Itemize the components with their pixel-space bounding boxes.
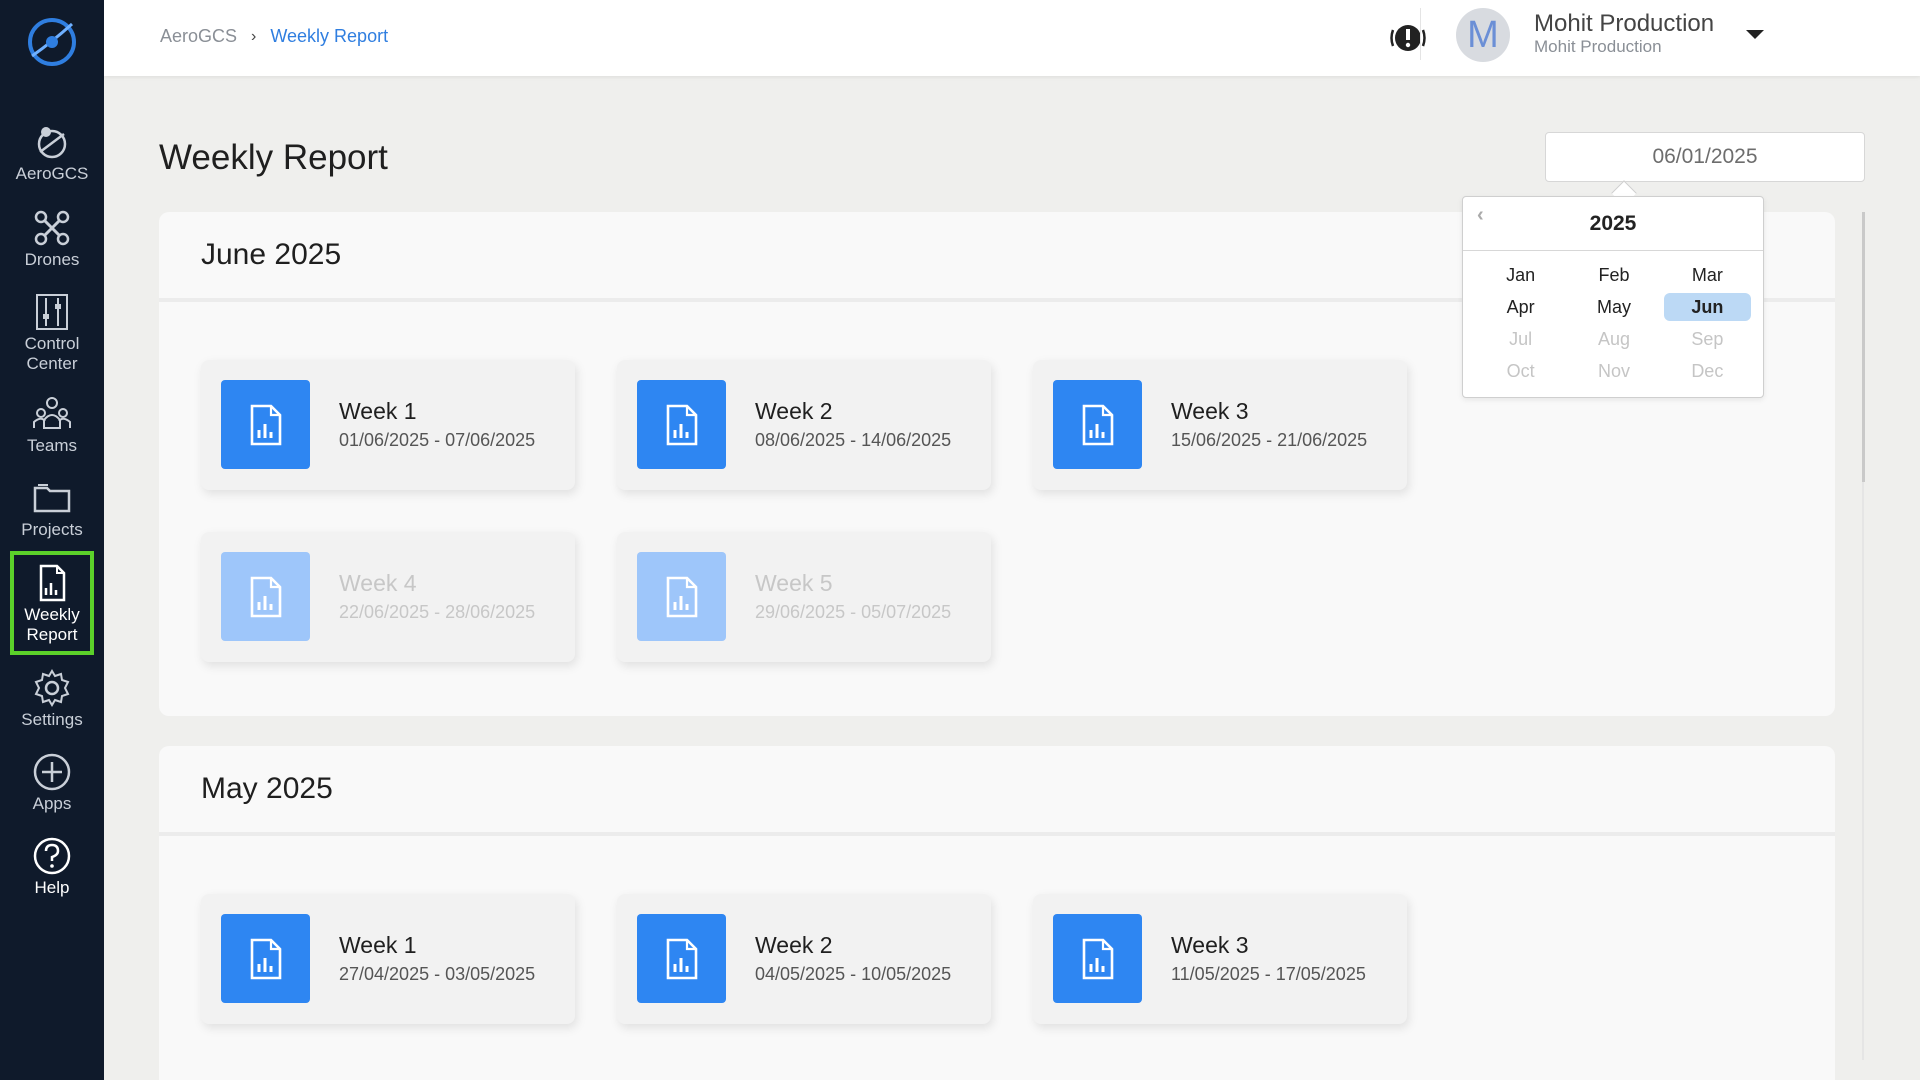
month-grid: Jan Feb Mar Apr May Jun Jul Aug Sep Oct …: [1477, 261, 1751, 385]
drone-icon: [34, 210, 70, 246]
week-card-disabled: Week 5 29/06/2025 - 05/07/2025: [617, 532, 991, 662]
week-range: 27/04/2025 - 03/05/2025: [339, 964, 536, 984]
picker-year-header: ‹ 2025: [1463, 197, 1763, 251]
report-file-icon: [221, 380, 310, 469]
sidebar-item-help[interactable]: Help: [10, 836, 94, 898]
month-option[interactable]: May: [1570, 293, 1657, 321]
week-card-disabled: Week 4 22/06/2025 - 28/06/2025: [201, 532, 575, 662]
chevron-left-icon[interactable]: ‹: [1477, 205, 1484, 225]
month-option[interactable]: Apr: [1477, 293, 1564, 321]
report-file-icon: [221, 552, 310, 641]
team-icon: [33, 397, 71, 429]
week-card[interactable]: Week 3 11/05/2025 - 17/05/2025: [1033, 894, 1407, 1024]
sidebar-item-label: Apps: [32, 794, 72, 813]
plus-circle-icon: [33, 753, 71, 791]
month-picker-popup: ‹ 2025 Jan Feb Mar Apr May Jun Jul Aug S…: [1462, 196, 1764, 398]
report-file-icon: [637, 914, 726, 1003]
week-card[interactable]: Week 3 15/06/2025 - 21/06/2025: [1033, 360, 1407, 490]
week-card[interactable]: Week 2 08/06/2025 - 14/06/2025: [617, 360, 991, 490]
sidebar-item-control-center[interactable]: Control Center: [10, 292, 94, 374]
sliders-icon: [36, 294, 68, 330]
section-title: May 2025: [159, 746, 1835, 836]
sidebar-item-label: Projects: [21, 520, 83, 539]
report-file-icon: [1053, 380, 1142, 469]
gear-icon: [34, 669, 70, 707]
week-range: 04/05/2025 - 10/05/2025: [755, 964, 952, 984]
sidebar-item-label: Settings: [21, 710, 83, 729]
week-range: 15/06/2025 - 21/06/2025: [1171, 430, 1368, 450]
help-icon: [33, 837, 71, 875]
month-option-disabled: Oct: [1506, 361, 1535, 381]
week-title: Week 5: [755, 570, 833, 596]
month-option[interactable]: Feb: [1570, 261, 1657, 289]
week-title: Week 3: [1171, 398, 1249, 424]
report-file-icon: [637, 552, 726, 641]
month-option-disabled: Nov: [1597, 361, 1630, 381]
week-title: Week 1: [339, 932, 417, 958]
app-logo-icon[interactable]: [22, 12, 82, 72]
month-option-selected[interactable]: Jun: [1663, 293, 1751, 321]
user-menu-chevron-down-icon[interactable]: [1746, 30, 1764, 39]
sidebar-item-drones[interactable]: Drones: [10, 208, 94, 270]
sidebar-item-apps[interactable]: Apps: [10, 752, 94, 814]
month-section: May 2025 Week 1 27/04/2025 - 03/05/2025 …: [159, 746, 1835, 1080]
week-title: Week 3: [1171, 932, 1249, 958]
sidebar: AeroGCS Drones Control Center Teams Proj…: [0, 0, 104, 1080]
sidebar-item-label: AeroGCS: [15, 164, 89, 183]
breadcrumb: AeroGCS › Weekly Report: [160, 26, 388, 47]
week-range: 11/05/2025 - 17/05/2025: [1171, 964, 1366, 984]
month-option[interactable]: Mar: [1664, 261, 1751, 289]
report-file-icon: [1053, 914, 1142, 1003]
month-option-disabled: Aug: [1597, 329, 1630, 349]
picker-year: 2025: [1589, 212, 1637, 235]
sidebar-item-label: Drones: [24, 250, 80, 269]
month-option-disabled: Jul: [1509, 329, 1533, 349]
week-title: Week 4: [339, 570, 417, 596]
week-card[interactable]: Week 1 01/06/2025 - 07/06/2025: [201, 360, 575, 490]
sidebar-item-weekly-report[interactable]: Weekly Report: [10, 551, 94, 655]
week-card[interactable]: Week 2 04/05/2025 - 10/05/2025: [617, 894, 991, 1024]
scrollbar-thumb[interactable]: [1862, 212, 1865, 482]
sidebar-item-label: Help: [34, 878, 70, 897]
week-range: 08/06/2025 - 14/06/2025: [755, 430, 952, 450]
scrollbar-track: [1862, 482, 1864, 1060]
week-range: 29/06/2025 - 05/07/2025: [755, 602, 952, 622]
week-range: 01/06/2025 - 07/06/2025: [339, 430, 536, 450]
breadcrumb-root-link[interactable]: AeroGCS: [160, 26, 237, 47]
folder-icon: [33, 484, 71, 513]
week-title: Week 2: [755, 398, 833, 424]
week-title: Week 2: [755, 932, 833, 958]
month-picker-input[interactable]: 06/01/2025: [1545, 132, 1865, 182]
avatar[interactable]: M: [1456, 8, 1510, 62]
sidebar-item-settings[interactable]: Settings: [10, 668, 94, 730]
month-option-disabled: Dec: [1691, 361, 1724, 381]
week-title: Week 1: [339, 398, 417, 424]
sidebar-item-label: Weekly Report: [24, 605, 80, 644]
aerogcs-icon: [37, 127, 67, 159]
sidebar-item-teams[interactable]: Teams: [10, 394, 94, 456]
breadcrumb-current: Weekly Report: [270, 26, 389, 46]
user-name[interactable]: Mohit Production: [1534, 10, 1714, 38]
header-divider: [1420, 8, 1421, 60]
report-file-icon: [637, 380, 726, 469]
alert-icon[interactable]: [1388, 18, 1428, 58]
sidebar-item-projects[interactable]: Projects: [10, 478, 94, 540]
top-bar: AeroGCS › Weekly Report M Mohit Producti…: [104, 0, 1920, 76]
report-file-icon: [221, 914, 310, 1003]
report-icon: [39, 564, 66, 602]
page-title: Weekly Report: [159, 138, 388, 177]
user-org: Mohit Production: [1534, 37, 1662, 56]
sidebar-item-label: Control Center: [24, 334, 80, 373]
month-option[interactable]: Jan: [1477, 261, 1564, 289]
sidebar-item-aerogcs[interactable]: AeroGCS: [10, 122, 94, 184]
month-option-disabled: Sep: [1691, 329, 1724, 349]
week-range: 22/06/2025 - 28/06/2025: [339, 602, 536, 622]
week-card[interactable]: Week 1 27/04/2025 - 03/05/2025: [201, 894, 575, 1024]
breadcrumb-separator-icon: ›: [251, 27, 257, 45]
sidebar-item-label: Teams: [26, 436, 78, 455]
